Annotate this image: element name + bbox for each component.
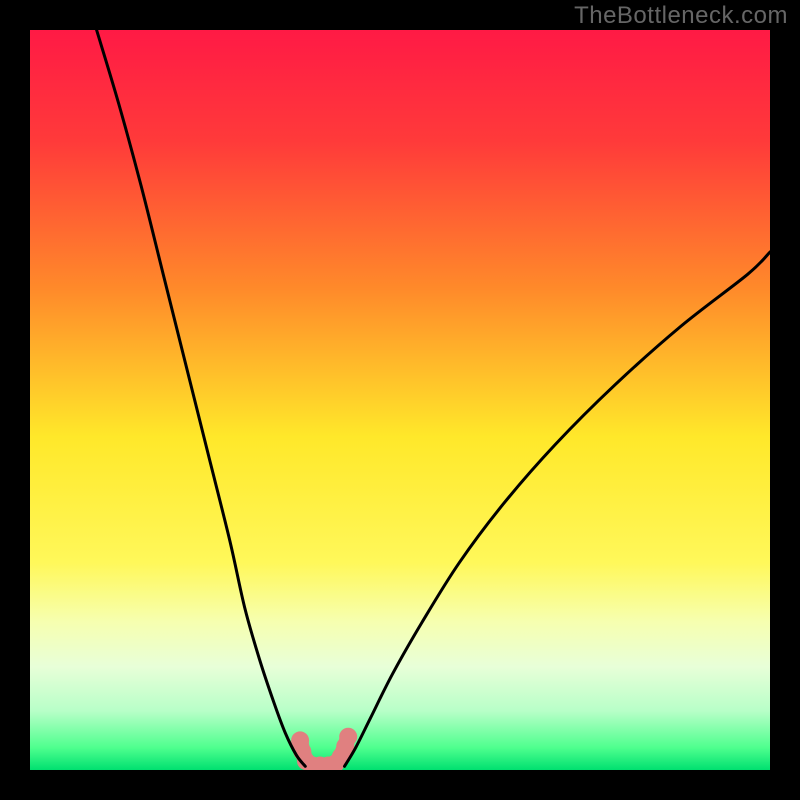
chart-frame: TheBottleneck.com xyxy=(0,0,800,800)
plot-area xyxy=(30,30,770,770)
chart-svg xyxy=(30,30,770,770)
valley-zone-point xyxy=(339,728,357,746)
watermark-text: TheBottleneck.com xyxy=(574,2,788,30)
